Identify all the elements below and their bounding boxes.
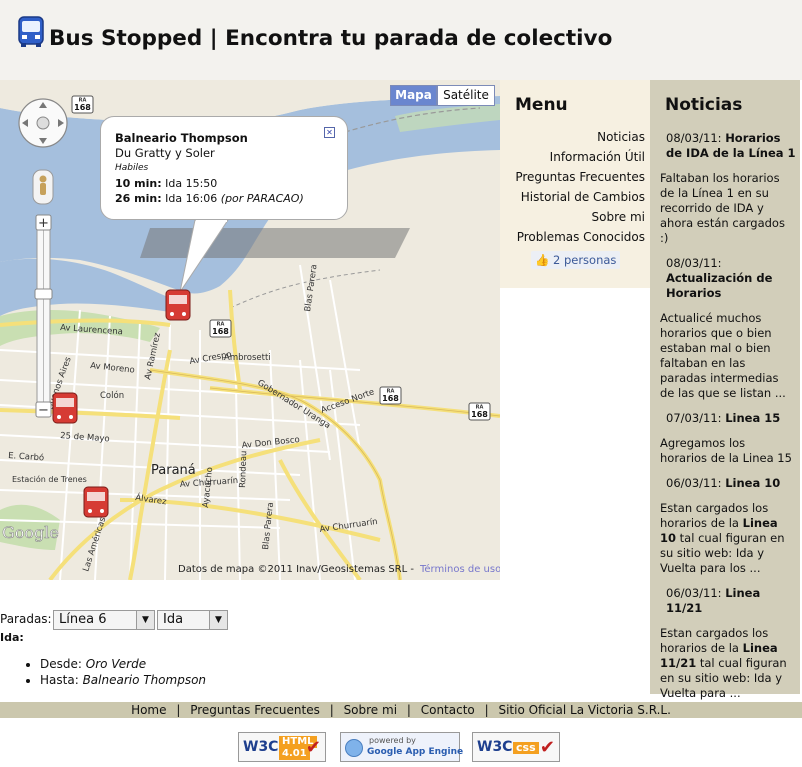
menu-item-noticias[interactable]: Noticias bbox=[597, 130, 645, 144]
separator: | bbox=[406, 703, 411, 717]
map-label: Estación de Trenes bbox=[12, 474, 87, 484]
news-body: Agregamos los horarios de la Linea 15 bbox=[660, 436, 792, 465]
google-app-engine-badge[interactable]: powered by Google App Engine bbox=[340, 732, 463, 762]
pan-control-icon bbox=[18, 98, 68, 148]
zoom-control: + − bbox=[34, 214, 53, 418]
info-street: Du Gratty y Soler bbox=[115, 146, 215, 160]
news-title: Noticias bbox=[665, 95, 743, 115]
separator: | bbox=[176, 703, 181, 717]
footer-link-faq[interactable]: Preguntas Frecuentes bbox=[190, 703, 320, 717]
page-title: Bus Stopped | Encontra tu parada de cole… bbox=[49, 26, 613, 51]
info-stop-name: Balneario Thompson bbox=[115, 131, 248, 145]
menu-title: Menu bbox=[515, 95, 568, 115]
list-item: Hasta: Balneario Thompson bbox=[40, 672, 206, 688]
map-city-label: Paraná bbox=[151, 463, 196, 478]
stop-controls: Paradas: Línea 6 ▼ Ida ▼ bbox=[0, 609, 500, 631]
info-day-type: Habiles bbox=[115, 163, 149, 173]
menu-item-informacion-util[interactable]: Información Útil bbox=[550, 150, 645, 164]
route-shield-label: 168 bbox=[471, 410, 488, 419]
svg-text:−: − bbox=[38, 403, 49, 418]
menu-item-preguntas-frecuentes[interactable]: Preguntas Frecuentes bbox=[515, 170, 645, 184]
w3c-css-badge[interactable]: W3C css ✔ bbox=[472, 732, 560, 762]
terms-link[interactable]: Términos de uso bbox=[420, 564, 500, 575]
map-view[interactable]: RA 168 RA 168 RA 168 RA 168 Av Laurencen… bbox=[0, 80, 500, 580]
news-body: Estan cargados los horarios de la Linea … bbox=[660, 626, 787, 700]
menu-item-sobre-mi[interactable]: Sobre mi bbox=[592, 210, 645, 224]
chevron-down-icon: ▼ bbox=[136, 611, 154, 629]
news-body: Actualicé muchos horarios que o bien est… bbox=[660, 311, 786, 400]
google-watermark: Google bbox=[2, 523, 59, 542]
menu-panel: Menu Noticias Información Útil Preguntas… bbox=[500, 80, 650, 288]
like-button[interactable]: 👍 2 personas bbox=[531, 251, 621, 269]
footer-nav: Home | Preguntas Frecuentes | Sobre mi |… bbox=[0, 702, 802, 718]
menu-item-historial[interactable]: Historial de Cambios bbox=[521, 190, 645, 204]
paradas-label: Paradas: bbox=[0, 612, 52, 626]
route-shield-label: 168 bbox=[74, 103, 91, 112]
svg-text:+: + bbox=[38, 216, 49, 231]
map-attribution: Datos de mapa ©2011 Inav/Geosistemas SRL… bbox=[178, 564, 500, 575]
map-label: Ambrosetti bbox=[224, 353, 271, 363]
line-select[interactable]: Línea 6 ▼ bbox=[53, 610, 155, 630]
news-body: Faltaban los horarios de la Línea 1 en s… bbox=[660, 171, 785, 245]
separator: | bbox=[329, 703, 334, 717]
news-body: Estan cargados los horarios de la Linea … bbox=[660, 501, 785, 575]
info-row: 26 min: Ida 16:06 (por PARACAO) bbox=[115, 192, 304, 205]
app-engine-icon bbox=[345, 739, 363, 757]
info-window: ✕ Balneario Thompson Du Gratty y Soler H… bbox=[100, 116, 348, 220]
w3c-html-badge[interactable]: W3C HTML 4.01 ✔ bbox=[238, 732, 326, 762]
separator: | bbox=[484, 703, 489, 717]
news-headline[interactable]: 08/03/11: Horarios de IDA de la Línea 1 bbox=[660, 131, 796, 161]
map-type-button-satellite[interactable]: Satélite bbox=[437, 85, 495, 106]
info-row: 10 min: Ida 15:50 bbox=[115, 177, 218, 190]
bus-stop-marker-icon bbox=[52, 392, 78, 424]
map-label: Colón bbox=[100, 390, 124, 401]
map-type-button-map[interactable]: Mapa bbox=[390, 85, 437, 106]
footer-link-home[interactable]: Home bbox=[131, 703, 166, 717]
direction-heading: Ida: bbox=[0, 631, 24, 644]
footer-link-sobre-mi[interactable]: Sobre mi bbox=[344, 703, 397, 717]
news-headline[interactable]: 07/03/11: Linea 15 bbox=[660, 411, 796, 426]
route-shield-label: 168 bbox=[212, 327, 229, 336]
bus-stop-marker-icon bbox=[83, 486, 109, 518]
chevron-down-icon: ▼ bbox=[209, 611, 227, 629]
footer-link-la-victoria[interactable]: Sitio Oficial La Victoria S.R.L. bbox=[498, 703, 670, 717]
close-icon[interactable]: ✕ bbox=[324, 127, 335, 138]
street-view-pegman-icon bbox=[32, 169, 54, 205]
check-icon: ✔ bbox=[539, 737, 555, 758]
menu-item-problemas[interactable]: Problemas Conocidos bbox=[517, 230, 645, 244]
check-icon: ✔ bbox=[305, 737, 321, 758]
route-shield-label: 168 bbox=[382, 394, 399, 403]
news-headline[interactable]: 06/03/11: Linea 11/21 bbox=[660, 586, 796, 616]
thumbs-up-icon: 👍 bbox=[535, 253, 550, 267]
news-headline[interactable]: 06/03/11: Linea 10 bbox=[660, 476, 796, 491]
bus-icon bbox=[18, 16, 44, 47]
site-header: Bus Stopped | Encontra tu parada de cole… bbox=[0, 0, 802, 80]
footer-link-contacto[interactable]: Contacto bbox=[421, 703, 475, 717]
news-headline[interactable]: 08/03/11: Actualización de Horarios bbox=[660, 256, 796, 301]
route-endpoints: Desde: Oro Verde Hasta: Balneario Thomps… bbox=[24, 656, 206, 688]
direction-select[interactable]: Ida ▼ bbox=[157, 610, 228, 630]
map-label: Rondeau bbox=[238, 450, 249, 488]
news-panel: Noticias 08/03/11: Horarios de IDA de la… bbox=[650, 80, 800, 700]
bus-stop-marker-icon bbox=[165, 289, 191, 321]
list-item: Desde: Oro Verde bbox=[40, 656, 206, 672]
